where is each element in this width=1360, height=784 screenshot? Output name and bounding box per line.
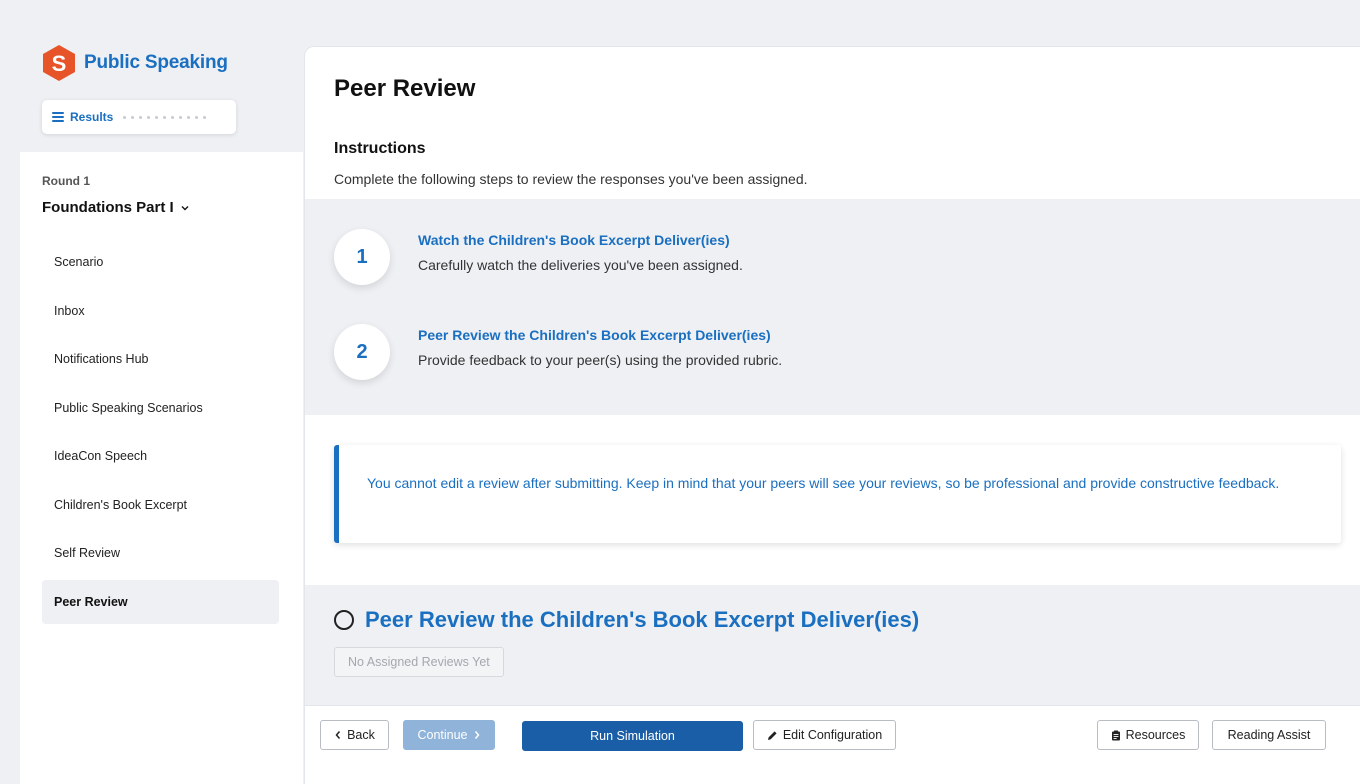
nav-item-childrens-book-excerpt[interactable]: Children's Book Excerpt xyxy=(42,483,279,527)
page-title: Peer Review xyxy=(334,75,476,102)
reading-assist-button[interactable]: Reading Assist xyxy=(1212,720,1326,750)
continue-button[interactable]: Continue xyxy=(403,720,495,750)
svg-text:S: S xyxy=(52,51,67,76)
nav-item-public-speaking-scenarios[interactable]: Public Speaking Scenarios xyxy=(42,386,279,430)
edit-configuration-button[interactable]: Edit Configuration xyxy=(753,720,896,750)
no-assigned-reviews-button[interactable]: No Assigned Reviews Yet xyxy=(334,647,504,677)
nav-item-self-review[interactable]: Self Review xyxy=(42,531,279,575)
step-1: 1 Watch the Children's Book Excerpt Deli… xyxy=(334,229,743,285)
back-button[interactable]: Back xyxy=(320,720,389,750)
step-number: 1 xyxy=(334,229,390,285)
nav-list: Scenario Inbox Notifications Hub Public … xyxy=(42,240,279,628)
nav-item-peer-review[interactable]: Peer Review xyxy=(42,579,279,624)
round-selector[interactable]: Foundations Part I xyxy=(42,199,190,216)
review-section-title: Peer Review the Children's Book Excerpt … xyxy=(365,607,920,632)
step-2: 2 Peer Review the Children's Book Excerp… xyxy=(334,324,782,380)
results-label: Results xyxy=(70,110,114,124)
step-link[interactable]: Peer Review the Children's Book Excerpt … xyxy=(418,327,782,343)
step-link[interactable]: Watch the Children's Book Excerpt Delive… xyxy=(418,232,743,248)
brand[interactable]: S Public Speaking xyxy=(42,44,228,82)
sidebar: Round 1 Foundations Part I Scenario Inbo… xyxy=(20,152,303,784)
status-circle-icon xyxy=(334,610,354,630)
clipboard-icon xyxy=(1111,730,1120,740)
nav-item-scenario[interactable]: Scenario xyxy=(42,240,279,284)
peer-review-section: Peer Review the Children's Book Excerpt … xyxy=(305,585,1360,705)
brand-name: Public Speaking xyxy=(84,52,228,73)
footer-bar: Back Continue Run Simulation Edit Config… xyxy=(305,705,1360,784)
nav-item-inbox[interactable]: Inbox xyxy=(42,289,279,333)
resources-button[interactable]: Resources xyxy=(1097,720,1199,750)
pencil-icon xyxy=(767,730,777,740)
instructions-text: Complete the following steps to review t… xyxy=(334,171,808,187)
step-desc: Carefully watch the deliveries you've be… xyxy=(418,257,743,273)
round-label: Round 1 xyxy=(42,174,90,188)
nav-item-notifications-hub[interactable]: Notifications Hub xyxy=(42,337,279,381)
chevron-left-icon xyxy=(335,731,341,739)
round-title: Foundations Part I xyxy=(42,199,174,216)
review-heading: Peer Review the Children's Book Excerpt … xyxy=(334,607,919,633)
main-panel: Peer Review Instructions Complete the fo… xyxy=(304,46,1360,784)
results-button[interactable]: Results xyxy=(42,100,236,134)
hamburger-icon xyxy=(52,112,64,122)
step-number: 2 xyxy=(334,324,390,380)
nav-item-ideacon-speech[interactable]: IdeaCon Speech xyxy=(42,434,279,478)
progress-dots xyxy=(123,115,207,119)
notice-callout: You cannot edit a review after submittin… xyxy=(334,445,1341,543)
brand-logo-icon: S xyxy=(43,45,75,81)
chevron-down-icon xyxy=(181,205,189,210)
instructions-title: Instructions xyxy=(334,140,426,157)
step-desc: Provide feedback to your peer(s) using t… xyxy=(418,352,783,368)
run-simulation-button[interactable]: Run Simulation xyxy=(522,721,743,751)
chevron-right-icon xyxy=(474,731,480,739)
steps-section: 1 Watch the Children's Book Excerpt Deli… xyxy=(305,199,1360,415)
